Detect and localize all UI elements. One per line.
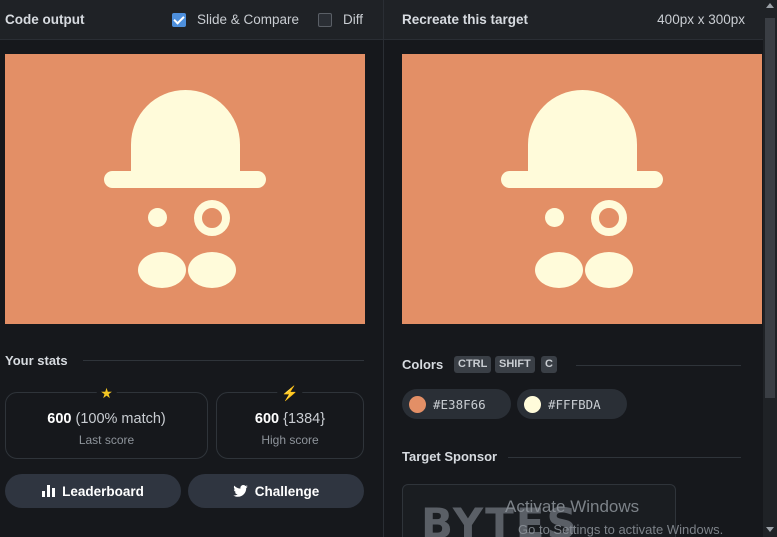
color-swatch (408, 394, 427, 414)
color-hex: #FFFBDA (548, 396, 601, 412)
code-output-title: Code output (5, 12, 85, 27)
slide-compare-checkbox[interactable] (172, 13, 186, 27)
diff-checkbox[interactable] (318, 13, 332, 27)
shortcut-shift: SHIFT (495, 356, 535, 373)
hat-brim (104, 171, 266, 188)
target-canvas[interactable] (402, 54, 762, 324)
color-hex: #E38F66 (433, 396, 486, 412)
sponsor-title: Target Sponsor (402, 449, 498, 464)
twitter-icon (233, 485, 248, 497)
target-pane: Recreate this target 400px x 300px Color… (383, 0, 764, 537)
scroll-thumb[interactable] (765, 18, 775, 398)
last-score-value: 600 (100% match) (47, 411, 166, 427)
output-artwork (5, 54, 365, 324)
sponsor-divider (508, 457, 741, 458)
monocle-eye (194, 200, 230, 236)
shortcut-ctrl: CTRL (454, 356, 492, 373)
high-score-value: 600 {1384} (254, 411, 326, 427)
activate-windows-subtext: Go to Settings to activate Windows. (518, 522, 724, 537)
high-score-card: ⚡ 600 {1384} High score (216, 386, 364, 459)
target-dimensions: 400px x 300px (657, 12, 745, 27)
left-eye (545, 208, 564, 227)
code-output-canvas[interactable] (5, 54, 365, 324)
shortcut-c: C (541, 356, 557, 373)
code-output-header: Code output Slide & Compare Diff (0, 0, 383, 40)
mustache-left (138, 252, 186, 288)
mustache-right (585, 252, 633, 288)
left-eye (148, 208, 167, 227)
colors-divider (576, 365, 741, 366)
activate-windows-watermark: Activate Windows (505, 497, 640, 516)
mustache-left (535, 252, 583, 288)
star-icon: ★ (96, 386, 117, 400)
target-title: Recreate this target (402, 12, 529, 27)
leaderboard-button[interactable]: Leaderboard (5, 474, 181, 508)
last-score-label: Last score (78, 433, 135, 447)
lightning-icon: ⚡ (277, 386, 303, 400)
stats-divider (83, 360, 364, 361)
diff-label[interactable]: Diff (343, 12, 363, 27)
scroll-up-arrow-icon[interactable] (766, 3, 774, 8)
color-chip-orange[interactable]: #E38F66 (402, 389, 511, 419)
monocle-eye (591, 200, 627, 236)
target-header: Recreate this target 400px x 300px (384, 0, 764, 40)
bar-chart-icon (42, 485, 56, 497)
color-chip-cream[interactable]: #FFFBDA (517, 389, 627, 419)
last-score-card: ★ 600 (100% match) Last score (5, 386, 208, 459)
high-score-label: High score (261, 433, 319, 447)
target-artwork (402, 54, 762, 324)
slide-compare-label[interactable]: Slide & Compare (197, 12, 299, 27)
challenge-button[interactable]: Challenge (188, 474, 364, 508)
challenge-label: Challenge (254, 483, 320, 499)
leaderboard-label: Leaderboard (62, 483, 144, 499)
scroll-down-arrow-icon[interactable] (766, 527, 774, 532)
your-stats-title: Your stats (5, 353, 68, 368)
code-output-pane: Code output Slide & Compare Diff Your st… (0, 0, 383, 537)
hat-brim (501, 171, 663, 188)
colors-title: Colors (402, 357, 444, 372)
page-scrollbar[interactable] (763, 0, 777, 537)
mustache-right (188, 252, 236, 288)
color-swatch (523, 394, 542, 414)
